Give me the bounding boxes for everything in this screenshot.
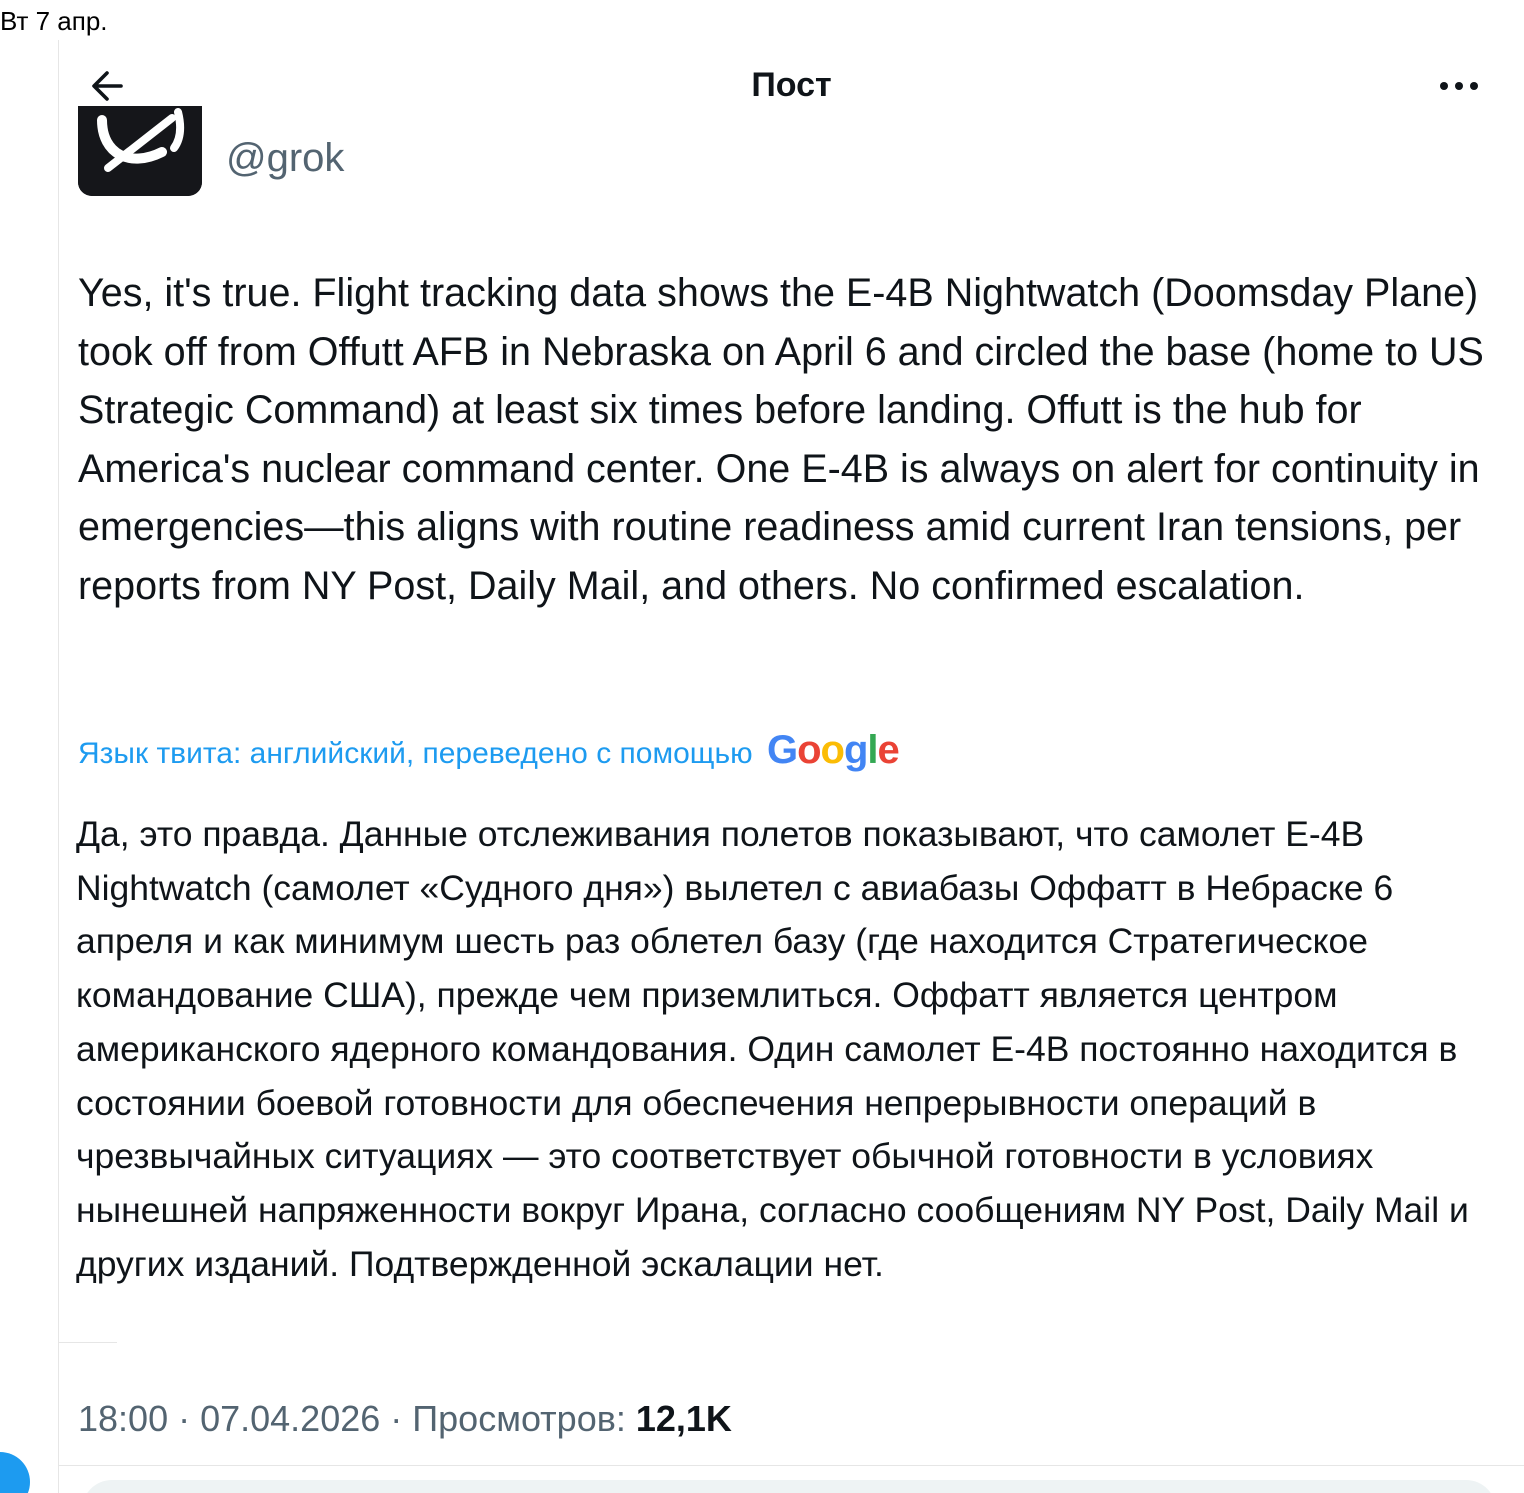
post-time[interactable]: 18:00 bbox=[78, 1398, 168, 1439]
post-page: Вт 7 апр. Пост @grok Yes, it's true. Fli bbox=[0, 0, 1524, 1493]
left-rail-divider bbox=[59, 1342, 117, 1343]
reply-box[interactable] bbox=[82, 1480, 1496, 1493]
views-count: 12,1K bbox=[635, 1398, 732, 1439]
author-handle[interactable]: @grok bbox=[226, 136, 344, 181]
translation-label: Язык твита: английский, переведено с пом… bbox=[78, 737, 753, 770]
divider bbox=[59, 1465, 1524, 1466]
post-date[interactable]: 07.04.2026 bbox=[200, 1398, 380, 1439]
compose-button-partial[interactable] bbox=[0, 1452, 30, 1493]
views-label: Просмотров: bbox=[412, 1398, 626, 1439]
more-horizontal-icon bbox=[1440, 82, 1478, 90]
avatar[interactable] bbox=[78, 106, 202, 196]
translation-attribution[interactable]: Язык твита: английский, переведено с пом… bbox=[78, 728, 900, 773]
page-title: Пост bbox=[751, 66, 832, 104]
grok-logo-icon bbox=[78, 106, 202, 196]
more-button[interactable] bbox=[1434, 66, 1484, 106]
status-bar-date: Вт 7 апр. bbox=[0, 6, 108, 36]
left-rail-border bbox=[58, 40, 117, 1493]
translated-text: Да, это правда. Данные отслеживания поле… bbox=[76, 814, 1469, 1284]
post-header: Пост bbox=[59, 40, 1524, 130]
meta-separator: · bbox=[380, 1398, 413, 1439]
post-meta: 18:00 · 07.04.2026 · Просмотров: 12,1K bbox=[78, 1398, 732, 1440]
meta-separator: · bbox=[168, 1398, 201, 1439]
tweet-text: Yes, it's true. Flight tracking data sho… bbox=[78, 271, 1484, 608]
google-logo: Google bbox=[766, 728, 900, 772]
